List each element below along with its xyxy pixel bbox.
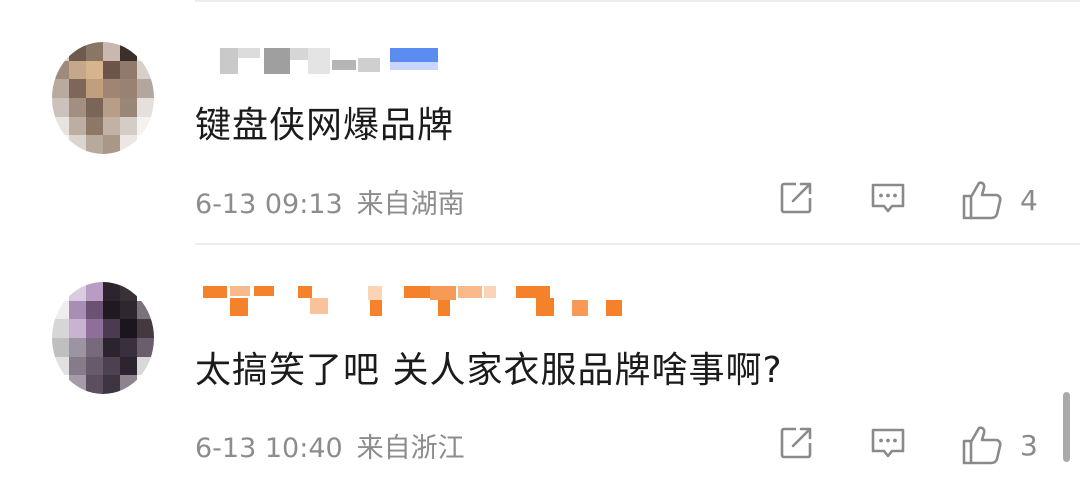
share-icon — [780, 427, 812, 459]
comment-location: 来自浙江 — [356, 433, 465, 464]
comment-time: 6-13 09:13 — [195, 189, 343, 220]
comment-item: 太搞笑了吧 关人家衣服品牌啥事啊? 6-13 10:40 来自浙江 3 — [0, 245, 1080, 482]
comment-text: 太搞笑了吧 关人家衣服品牌啥事啊? — [195, 350, 783, 391]
comment-text: 键盘侠网爆品牌 — [195, 105, 455, 146]
avatar[interactable] — [52, 282, 154, 394]
comment-time: 6-13 10:40 — [195, 433, 343, 464]
username[interactable] — [198, 44, 448, 74]
reply-button[interactable] — [868, 423, 908, 463]
comment-list: 键盘侠网爆品牌 6-13 09:13 来自湖南 4 太搞笑了吧 关人家衣服品牌啥… — [0, 0, 1080, 482]
thumbs-up-icon — [962, 426, 1002, 465]
scrollbar[interactable] — [1063, 392, 1070, 462]
reply-icon — [871, 428, 905, 458]
comment-meta: 6-13 10:40 来自浙江 — [195, 426, 465, 465]
share-button[interactable] — [776, 178, 816, 218]
like-button[interactable]: 4 — [960, 178, 1038, 222]
avatar[interactable] — [52, 42, 154, 154]
username[interactable] — [198, 284, 638, 316]
comment-item: 键盘侠网爆品牌 6-13 09:13 来自湖南 4 — [0, 0, 1080, 243]
reply-button[interactable] — [868, 178, 908, 218]
thumbs-up-icon — [962, 181, 1002, 220]
comment-meta: 6-13 09:13 来自湖南 — [195, 182, 465, 221]
comment-location: 来自湖南 — [356, 189, 465, 220]
share-button[interactable] — [776, 423, 816, 463]
reply-icon — [871, 183, 905, 213]
like-count: 3 — [1020, 428, 1038, 462]
like-button[interactable]: 3 — [960, 423, 1038, 467]
share-icon — [780, 182, 812, 214]
like-count: 4 — [1020, 183, 1038, 217]
